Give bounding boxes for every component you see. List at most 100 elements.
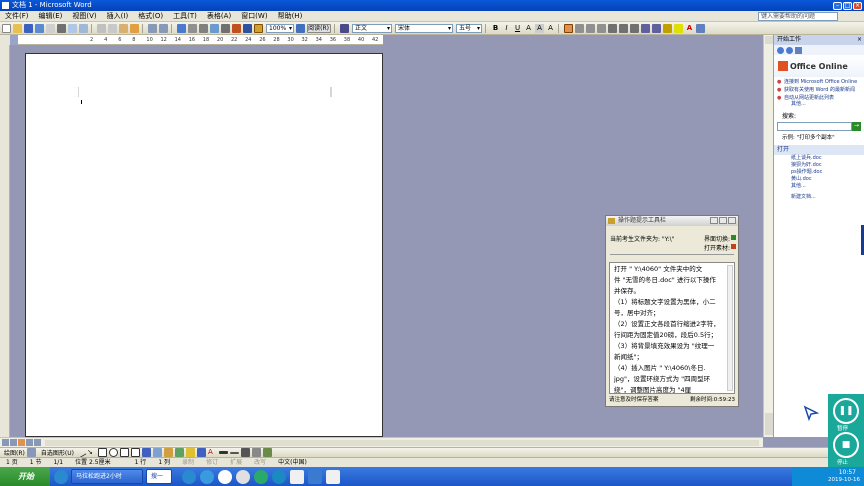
toolbar-options-icon[interactable] [696,23,705,33]
distributed-icon[interactable] [597,23,606,33]
clipart-icon[interactable] [163,448,173,457]
help-search-input[interactable]: 键入需要帮助的问题 [758,12,838,21]
insert-table-icon[interactable] [199,23,208,33]
mail-icon[interactable] [46,23,55,33]
menu-help[interactable]: 帮助(H) [273,11,308,22]
menu-table[interactable]: 表格(A) [202,11,236,22]
start-button[interactable]: 开始 [0,467,50,486]
align-justify-icon[interactable] [564,23,573,33]
new-document-link[interactable]: 新建文档... [774,194,864,201]
menu-insert[interactable]: 插入(I) [102,11,134,22]
outline-view-icon[interactable] [26,439,33,446]
menu-view[interactable]: 视图(V) [67,11,101,22]
line-color-icon[interactable] [196,448,206,457]
char-scale-icon[interactable]: A [546,24,555,33]
search-input[interactable] [777,122,852,131]
horizontal-scrollbar[interactable] [0,437,763,447]
search-go-icon[interactable]: → [852,122,861,131]
redo-icon[interactable] [159,23,168,33]
char-shading-icon[interactable]: A [535,23,544,33]
font-select[interactable]: 宋体 [395,23,453,33]
back-icon[interactable] [777,46,784,54]
select-objects-icon[interactable] [26,448,36,457]
wordart-icon[interactable] [141,448,151,457]
status-ovr[interactable]: 改写 [248,458,272,467]
open-material-icon[interactable] [731,244,736,249]
app3-icon[interactable] [254,469,268,484]
taskbar-search[interactable]: 搜一下 [146,469,172,484]
zoom-select[interactable]: 100% [266,23,294,33]
menu-edit[interactable]: 编辑(E) [34,11,68,22]
dialog-close-button[interactable] [728,217,736,224]
forward-icon[interactable] [786,46,793,54]
ie-quick-icon[interactable] [182,469,196,484]
maximize-button[interactable]: □ [843,2,852,11]
show-hide-icon[interactable] [254,23,263,33]
scroll-down-icon[interactable] [765,413,773,435]
rectangle-icon[interactable] [97,448,107,457]
app-icon[interactable] [218,469,232,484]
excel-icon[interactable] [210,23,219,33]
open-icon[interactable] [13,23,22,33]
browser2-icon[interactable] [200,469,214,484]
permission-icon[interactable] [35,23,44,33]
draw-menu[interactable]: 绘图(R) [0,448,25,457]
menu-window[interactable]: 窗口(W) [236,11,272,22]
fill-color-icon[interactable] [185,448,195,457]
hyperlink-icon[interactable] [177,23,186,33]
ie-icon[interactable] [54,469,68,484]
task-text-box[interactable]: 打开 " Y:\4060" 文件夹中的文 件 "无雪的冬日.doc" 进行以下操… [609,262,735,394]
horizontal-ruler[interactable]: 2468101214161820222426283032343638404244… [10,35,421,45]
char-border-icon[interactable]: A [524,24,533,33]
menu-tools[interactable]: 工具(T) [168,11,202,22]
word-taskbar-icon[interactable] [308,469,322,484]
pause-button[interactable]: ❚❚ [833,398,859,424]
preview-icon[interactable] [68,23,77,33]
dialog-minimize-button[interactable] [710,217,718,224]
menu-format[interactable]: 格式(O) [133,11,168,22]
dialog-maximize-button[interactable] [719,217,727,224]
asian-layout-icon[interactable] [663,23,672,33]
save-icon[interactable] [24,23,33,33]
switch-icon[interactable] [731,235,736,240]
style-select[interactable]: 正文 [352,23,392,33]
columns-icon[interactable] [221,23,230,33]
normal-view-icon[interactable] [2,439,9,446]
3d-icon[interactable] [262,448,272,457]
dialog-title-bar[interactable]: 操作题提示工具栏 [606,216,738,226]
highlight-icon[interactable] [674,23,683,33]
drawing-icon[interactable] [232,23,241,33]
line-spacing-icon[interactable] [608,23,617,33]
recent-file[interactable]: ps操作题.doc [774,169,864,176]
link-office-online[interactable]: 连接到 Microsoft Office Online [774,79,864,85]
shadow-icon[interactable] [251,448,261,457]
file-icon[interactable] [326,469,340,484]
font-color-icon[interactable]: A [685,24,694,33]
print-icon[interactable] [57,23,66,33]
underline-icon[interactable]: U [513,24,522,33]
close-button[interactable]: × [853,2,862,11]
help-icon[interactable] [296,23,305,33]
open-more-link[interactable]: 其他... [774,183,864,190]
horizontal-scroll-track[interactable] [45,439,759,446]
menu-file[interactable]: 文件(F) [0,11,34,22]
vertical-textbox-icon[interactable] [130,448,140,457]
autoshapes-menu[interactable]: 自选图形(U) [36,448,74,457]
align-center-icon[interactable] [575,23,584,33]
doc-icon[interactable] [290,469,304,484]
oval-icon[interactable] [108,448,118,457]
app2-icon[interactable] [236,469,250,484]
reading-view-icon[interactable] [34,439,41,446]
paste-icon[interactable] [119,23,128,33]
new-icon[interactable] [2,23,11,33]
link-auto-update[interactable]: 自动从网站更新此列表 [774,95,864,101]
doc-map-icon[interactable] [243,23,252,33]
undo-icon[interactable] [148,23,157,33]
arrow-style-icon[interactable] [240,448,250,457]
taskbar-item-browser[interactable]: 马拉松跑进2小时 [71,469,143,484]
styles-icon[interactable] [340,23,349,33]
vertical-scrollbar[interactable] [763,35,773,437]
arrow-icon[interactable]: ↘ [87,448,96,457]
picture-icon[interactable] [174,448,184,457]
scroll-up-icon[interactable] [765,36,773,44]
